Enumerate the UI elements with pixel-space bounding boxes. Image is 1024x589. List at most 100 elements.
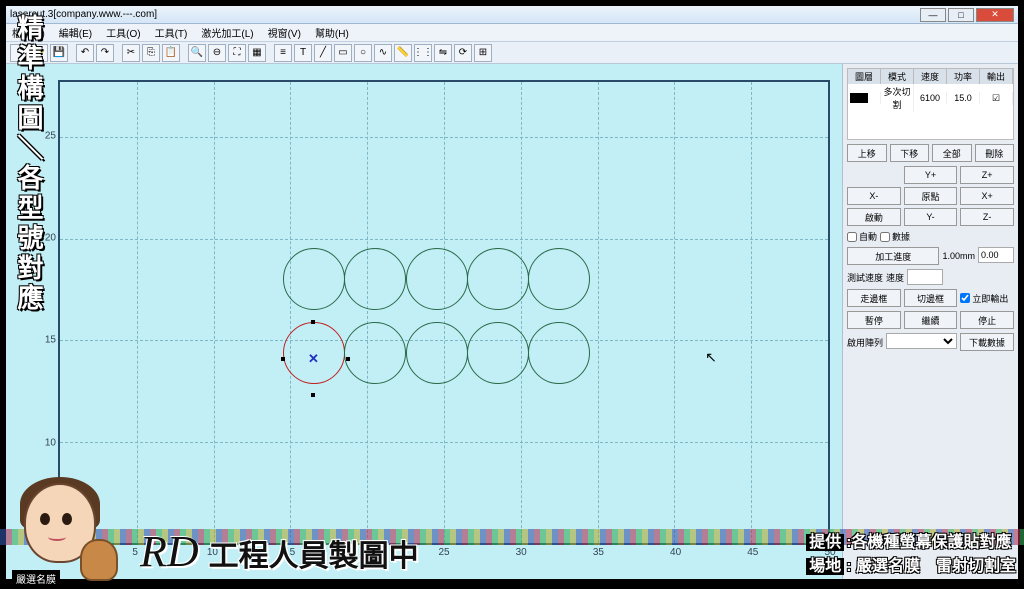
col-output: 輸出 <box>980 69 1013 84</box>
redo-icon[interactable]: ↷ <box>96 44 114 62</box>
rd-text: RD <box>140 526 199 577</box>
caption-text: 工程人員製圖中 <box>209 531 419 575</box>
avatar-illustration: 嚴選名膜 <box>6 479 136 589</box>
speed-label: 速度 <box>886 269 904 285</box>
grid-icon[interactable]: ▦ <box>248 44 266 62</box>
zoom-out-icon[interactable]: ⊖ <box>208 44 226 62</box>
stop-button[interactable]: 停止 <box>960 311 1014 329</box>
speed-input[interactable] <box>907 269 943 285</box>
col-power: 功率 <box>947 69 980 84</box>
cut-icon[interactable]: ✂ <box>122 44 140 62</box>
layer-mode: 多次切割 <box>881 84 914 112</box>
window-title: lasercut.3[company.www.---.com] <box>10 9 920 20</box>
array-label: 啟用陣列 <box>847 333 883 351</box>
x-plus-button[interactable]: X+ <box>960 187 1014 205</box>
x-tick: 25 <box>438 547 449 558</box>
rotate-icon[interactable]: ⟳ <box>454 44 472 62</box>
mirror-icon[interactable]: ⇋ <box>434 44 452 62</box>
array-select[interactable] <box>886 333 957 349</box>
move-up-button[interactable]: 上移 <box>847 144 887 162</box>
provide-label: 提供 <box>806 534 844 551</box>
fit-icon[interactable]: ⛶ <box>228 44 246 62</box>
paste-icon[interactable]: 📋 <box>162 44 180 62</box>
undo-icon[interactable]: ↶ <box>76 44 94 62</box>
layer-icon[interactable]: ≡ <box>274 44 292 62</box>
window-titlebar: lasercut.3[company.www.---.com] — □ ✕ <box>6 6 1018 24</box>
layer-speed: 6100 <box>914 92 947 104</box>
menu-laser[interactable]: 激光加工(L) <box>201 25 253 40</box>
text-icon[interactable]: T <box>294 44 312 62</box>
origin-mark: ✕ <box>308 351 319 367</box>
shape-circle[interactable] <box>406 248 468 310</box>
shape-circle[interactable] <box>283 248 345 310</box>
x-tick: 45 <box>747 547 758 558</box>
align-icon[interactable]: ⊞ <box>474 44 492 62</box>
shape-circle[interactable] <box>344 248 406 310</box>
shape-circle[interactable] <box>467 248 529 310</box>
z-minus-button[interactable]: Z- <box>960 208 1014 226</box>
shape-circle[interactable] <box>406 322 468 384</box>
layer-output-check[interactable]: ☑ <box>980 92 1013 105</box>
progress-input[interactable] <box>978 247 1014 263</box>
col-mode: 模式 <box>881 69 914 84</box>
layer-list[interactable]: 圖層 模式 速度 功率 輸出 多次切割 6100 15.0 ☑ <box>847 68 1014 140</box>
main-caption: RD 工程人員製圖中 <box>140 526 419 577</box>
data-checkbox[interactable]: 數據 <box>880 230 910 243</box>
menu-tools2[interactable]: 工具(T) <box>155 25 188 40</box>
menu-help[interactable]: 幫助(H) <box>315 25 349 40</box>
download-button[interactable]: 下載數據 <box>960 333 1014 351</box>
progress-button[interactable]: 加工進度 <box>847 247 939 265</box>
minimize-button[interactable]: — <box>920 8 946 22</box>
immediate-output-check[interactable]: 立即輸出 <box>960 289 1014 307</box>
x-minus-button[interactable]: X- <box>847 187 901 205</box>
delete-button[interactable]: 刪除 <box>975 144 1015 162</box>
toolbar: ▫ 📂 💾 ↶ ↷ ✂ ⎘ 📋 🔍 ⊖ ⛶ ▦ ≡ T ╱ ▭ ○ ∿ 📏 ⋮⋮… <box>6 42 1018 64</box>
x-tick: 30 <box>516 547 527 558</box>
curve-icon[interactable]: ∿ <box>374 44 392 62</box>
auto-checkbox[interactable]: 自動 <box>847 230 877 243</box>
x-tick: 35 <box>593 547 604 558</box>
start-button[interactable]: 啟動 <box>847 208 901 226</box>
menu-bar: 檔案(F) 編輯(E) 工具(O) 工具(T) 激光加工(L) 視窗(V) 幫助… <box>6 24 1018 42</box>
brand-tag: 嚴選名膜 <box>12 570 60 587</box>
measure-icon[interactable]: 📏 <box>394 44 412 62</box>
info-overlay: 提供:各機種螢幕保護貼對應 場地: 嚴選名膜 雷射切割室 <box>806 531 1016 579</box>
y-tick: 10 <box>45 437 56 448</box>
menu-edit[interactable]: 編輯(E) <box>59 25 92 40</box>
move-down-button[interactable]: 下移 <box>890 144 930 162</box>
select-all-button[interactable]: 全部 <box>932 144 972 162</box>
test-speed-label: 測試速度 <box>847 269 883 285</box>
save-icon[interactable]: 💾 <box>50 44 68 62</box>
distance-label: 1.00mm <box>942 247 975 265</box>
zoom-in-icon[interactable]: 🔍 <box>188 44 206 62</box>
maximize-button[interactable]: □ <box>948 8 974 22</box>
vertical-caption: 精準構圖＼各型號對應 <box>10 14 47 314</box>
menu-view[interactable]: 視窗(V) <box>268 25 301 40</box>
resume-button[interactable]: 繼續 <box>904 311 958 329</box>
dog-illustration <box>80 539 118 581</box>
circle-icon[interactable]: ○ <box>354 44 372 62</box>
shape-circle[interactable] <box>528 322 590 384</box>
y-plus-button[interactable]: Y+ <box>904 166 958 184</box>
frame-walk-button[interactable]: 走邊框 <box>847 289 901 307</box>
shape-circle[interactable] <box>528 248 590 310</box>
y-minus-button[interactable]: Y- <box>904 208 958 226</box>
line-icon[interactable]: ╱ <box>314 44 332 62</box>
z-plus-button[interactable]: Z+ <box>960 166 1014 184</box>
home-button[interactable]: 原點 <box>904 187 958 205</box>
layer-color-swatch <box>850 93 868 103</box>
layer-row[interactable]: 多次切割 6100 15.0 ☑ <box>848 84 1013 112</box>
copy-icon[interactable]: ⎘ <box>142 44 160 62</box>
side-panel: 圖層 模式 速度 功率 輸出 多次切割 6100 15.0 ☑ 上移 下移 全部 <box>842 64 1018 579</box>
array-icon[interactable]: ⋮⋮ <box>414 44 432 62</box>
shape-circle[interactable] <box>344 322 406 384</box>
canvas-frame: ✕ ↖ <box>58 80 830 545</box>
menu-tools[interactable]: 工具(O) <box>106 25 140 40</box>
shape-circle[interactable] <box>467 322 529 384</box>
layer-power: 15.0 <box>947 92 980 104</box>
frame-cut-button[interactable]: 切邊框 <box>904 289 958 307</box>
rect-icon[interactable]: ▭ <box>334 44 352 62</box>
pause-button[interactable]: 暫停 <box>847 311 901 329</box>
place-label: 場地 <box>806 558 844 575</box>
close-button[interactable]: ✕ <box>976 8 1014 22</box>
